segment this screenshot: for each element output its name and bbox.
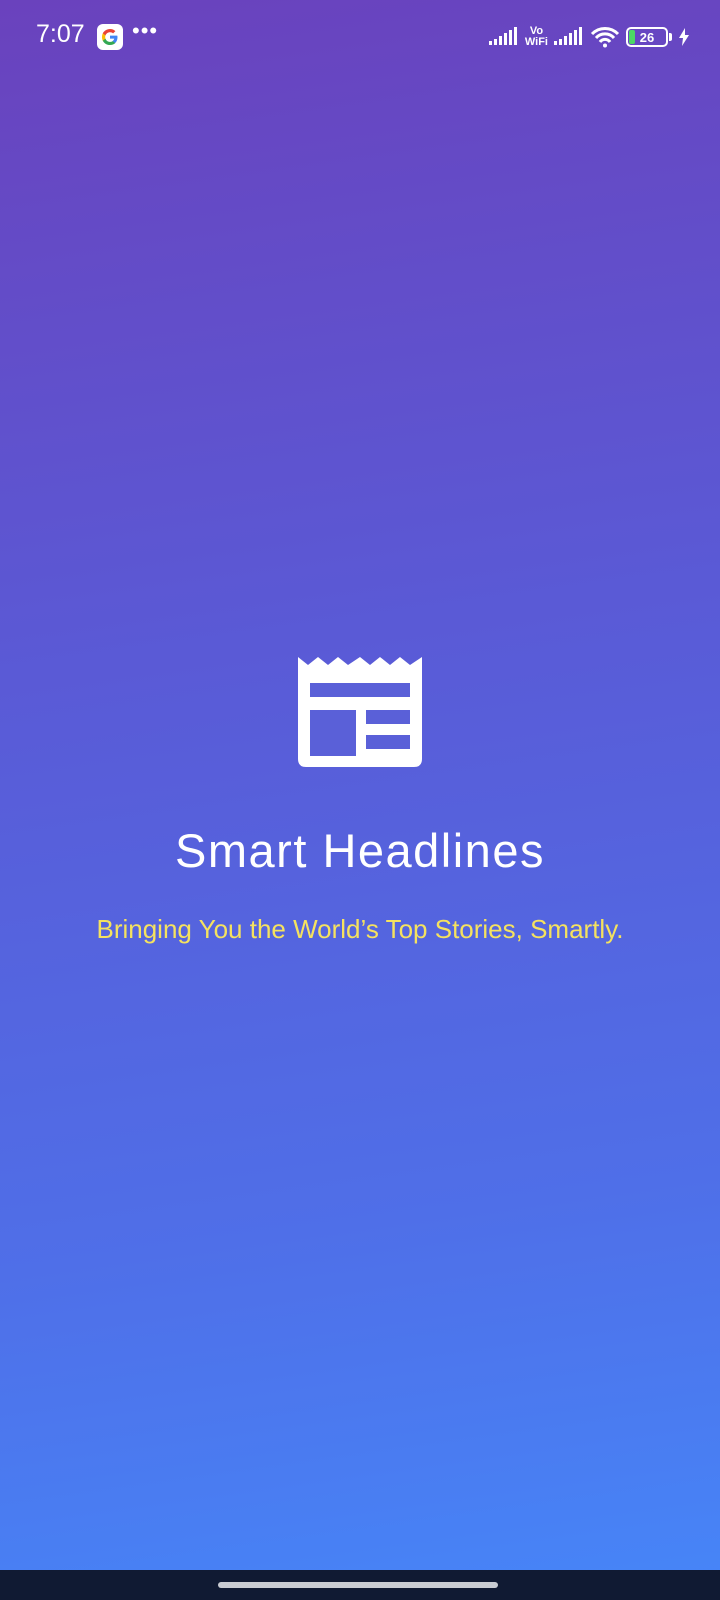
- navigation-bar: [0, 1570, 720, 1600]
- battery-level: 26: [639, 29, 655, 45]
- vowifi-indicator: Vo WiFi: [525, 26, 548, 48]
- newspaper-icon: [298, 657, 422, 767]
- cellular-signal-icon: [488, 27, 517, 45]
- google-icon: [97, 24, 123, 50]
- charging-bolt-icon: [679, 28, 689, 46]
- battery-icon: 26: [626, 27, 668, 47]
- battery-fill: [629, 30, 635, 44]
- more-dots-icon: •••: [132, 18, 159, 43]
- app-title: Smart Headlines: [175, 824, 545, 877]
- status-time: 7:07: [36, 20, 85, 48]
- splash-content: Smart Headlines Bringing You the World’s…: [0, 655, 720, 945]
- home-indicator[interactable]: [218, 1582, 498, 1588]
- app-tagline: Bringing You the World’s Top Stories, Sm…: [96, 914, 624, 944]
- wifi-icon: [590, 27, 620, 48]
- battery-nub: [669, 33, 672, 41]
- vowifi-bottom-label: WiFi: [524, 36, 548, 48]
- cellular-signal-2-icon: [554, 27, 582, 45]
- status-bar: 7:07 ••• Vo WiFi 26: [0, 0, 720, 72]
- status-indicators: Vo WiFi 26: [488, 22, 690, 52]
